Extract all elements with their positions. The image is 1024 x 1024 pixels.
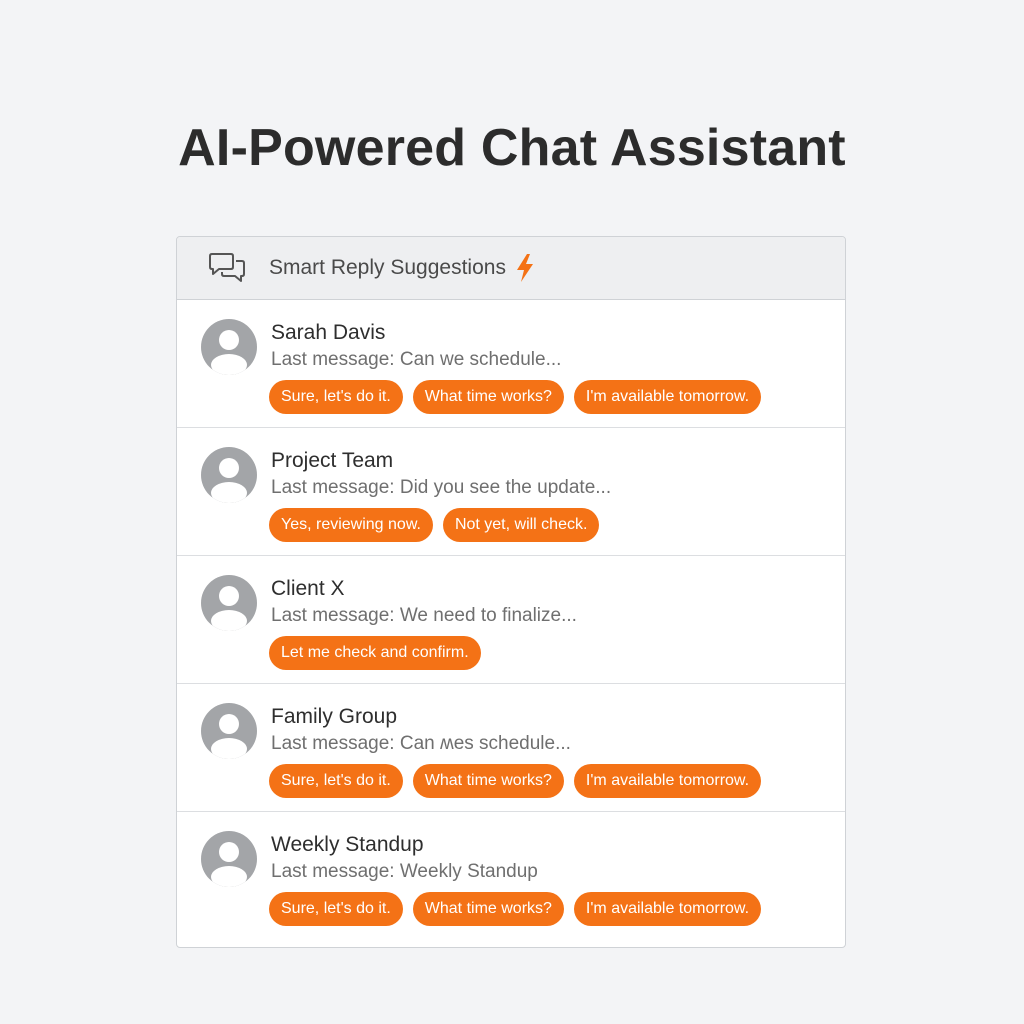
suggestion-chips: Sure, let's do it. What time works? I'm … [269, 764, 762, 798]
lightning-bolt-icon [514, 253, 536, 283]
suggestion-chip[interactable]: Sure, let's do it. [269, 380, 403, 414]
suggestion-chip[interactable]: What time works? [412, 764, 564, 798]
suggestion-chip[interactable]: I'm available tomorrow. [573, 764, 762, 798]
conversation-list: Sarah Davis Last message: Can we schedul… [177, 300, 845, 940]
contact-name: Weekly Standup [271, 833, 424, 856]
smart-reply-panel: Smart Reply Suggestions Sarah Davis Last… [176, 236, 846, 948]
last-message: Last message: Weekly Standup [271, 861, 538, 882]
suggestion-chip[interactable]: Let me check and confirm. [269, 636, 481, 670]
panel-header: Smart Reply Suggestions [177, 237, 845, 300]
last-message: Last message: Can ʍes schedule... [271, 733, 571, 754]
avatar [201, 831, 257, 887]
conversation-item[interactable]: Project Team Last message: Did you see t… [177, 428, 845, 556]
last-message: Last message: We need to finalize... [271, 605, 577, 626]
page-title: AI-Powered Chat Assistant [178, 119, 846, 177]
avatar [201, 447, 257, 503]
suggestion-chip[interactable]: Sure, let's do it. [269, 892, 403, 926]
panel-title: Smart Reply Suggestions [269, 256, 506, 279]
conversation-item[interactable]: Sarah Davis Last message: Can we schedul… [177, 300, 845, 428]
last-message: Last message: Did you see the update... [271, 477, 612, 498]
suggestion-chip[interactable]: What time works? [412, 892, 564, 926]
conversation-item[interactable]: Family Group Last message: Can ʍes sched… [177, 684, 845, 812]
avatar [201, 703, 257, 759]
suggestion-chip[interactable]: Not yet, will check. [442, 508, 600, 542]
suggestion-chips: Sure, let's do it. What time works? I'm … [269, 380, 762, 414]
suggestion-chip[interactable]: I'm available tomorrow. [573, 380, 762, 414]
contact-name: Sarah Davis [271, 321, 386, 344]
conversation-item[interactable]: Client X Last message: We need to finali… [177, 556, 845, 684]
chat-bubbles-icon [209, 250, 245, 286]
suggestion-chip[interactable]: What time works? [412, 380, 564, 414]
suggestion-chips: Let me check and confirm. [269, 636, 481, 670]
conversation-item[interactable]: Weekly Standup Last message: Weekly Stan… [177, 812, 845, 940]
contact-name: Client X [271, 577, 345, 600]
avatar [201, 319, 257, 375]
avatar [201, 575, 257, 631]
suggestion-chip[interactable]: Yes, reviewing now. [269, 508, 433, 542]
suggestion-chips: Yes, reviewing now. Not yet, will check. [269, 508, 600, 542]
suggestion-chips: Sure, let's do it. What time works? I'm … [269, 892, 762, 926]
suggestion-chip[interactable]: Sure, let's do it. [269, 764, 403, 798]
contact-name: Project Team [271, 449, 394, 472]
contact-name: Family Group [271, 705, 398, 728]
last-message: Last message: Can we schedule... [271, 349, 562, 370]
suggestion-chip[interactable]: I'm available tomorrow. [573, 892, 762, 926]
